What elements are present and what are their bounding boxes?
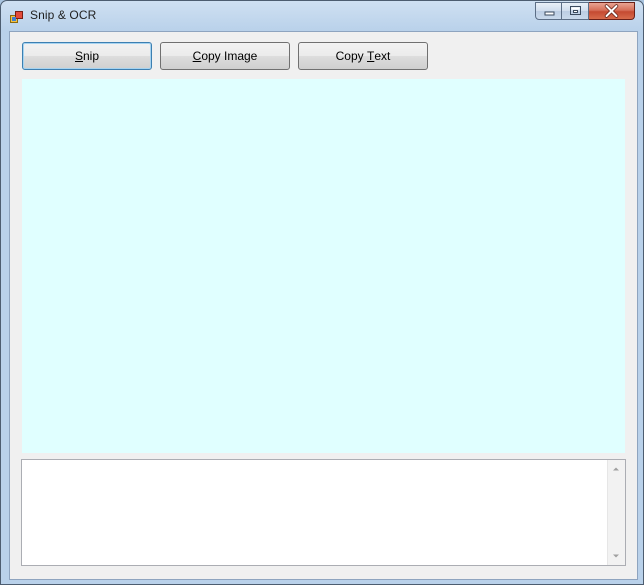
app-window: Snip & OCR Snip Copy Image Copy T ext	[0, 0, 644, 585]
scroll-up-arrow-icon[interactable]	[612, 465, 620, 473]
minimize-button[interactable]	[535, 2, 562, 20]
snip-image-panel	[22, 79, 625, 453]
copy-text-button[interactable]: Copy Text	[298, 42, 428, 70]
ocr-text-area[interactable]	[21, 459, 626, 566]
snip-button-label: nip	[83, 49, 100, 63]
window-title: Snip & OCR	[30, 8, 97, 22]
copy-text-button-label: ext	[374, 49, 391, 63]
copy-text-button-prefix: Copy	[335, 49, 367, 63]
copy-image-button-label: opy Image	[201, 49, 258, 63]
maximize-button[interactable]	[562, 2, 589, 20]
scroll-down-arrow-icon[interactable]	[612, 552, 620, 560]
copy-image-button-accelerator: C	[192, 49, 202, 63]
maximize-icon	[570, 6, 581, 15]
minimize-icon	[544, 11, 555, 16]
copy-image-button[interactable]: Copy Image	[160, 42, 290, 70]
close-icon	[604, 4, 619, 18]
app-icon	[10, 9, 24, 23]
snip-button-accelerator: S	[74, 49, 83, 63]
snip-button[interactable]: Snip	[22, 42, 152, 70]
vertical-scrollbar[interactable]	[607, 460, 625, 565]
close-button[interactable]	[589, 2, 635, 20]
title-bar[interactable]: Snip & OCR	[1, 1, 643, 31]
client-area: Snip Copy Image Copy Text	[9, 31, 638, 580]
copy-text-button-accelerator: T	[367, 49, 375, 63]
